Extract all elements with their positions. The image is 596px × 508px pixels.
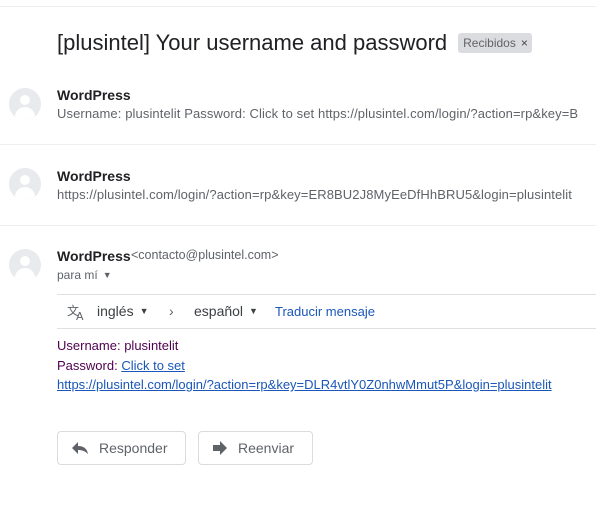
username-line: Username: plusintelit bbox=[57, 336, 552, 356]
message-divider bbox=[0, 144, 596, 145]
target-language-label: español bbox=[194, 303, 244, 319]
avatar bbox=[9, 249, 41, 281]
avatar bbox=[9, 88, 41, 120]
sender-email: <contacto@plusintel.com> bbox=[131, 248, 279, 262]
forward-label: Reenviar bbox=[238, 440, 295, 456]
label-badge-text: Recibidos bbox=[463, 36, 516, 50]
reset-line: https://plusintel.com/login/?action=rp&k… bbox=[57, 375, 552, 395]
sender-name: WordPress bbox=[57, 87, 131, 103]
chevron-down-icon: ▼ bbox=[102, 270, 112, 280]
email-subject: [plusintel] Your username and password bbox=[57, 30, 448, 55]
sender-name: WordPress bbox=[57, 248, 131, 264]
source-language-label: inglés bbox=[97, 303, 134, 319]
set-password-link[interactable]: Click to set bbox=[121, 358, 185, 373]
username-label: Username: bbox=[57, 338, 121, 353]
message-snippet: https://plusintel.com/login/?action=rp&k… bbox=[57, 187, 572, 202]
message-divider bbox=[0, 225, 596, 226]
password-label: Password: bbox=[57, 357, 118, 373]
target-language-dropdown[interactable]: español ▼ bbox=[194, 303, 258, 319]
username-value: plusintelit bbox=[124, 338, 179, 353]
reply-button[interactable]: Responder bbox=[57, 431, 186, 465]
top-divider bbox=[0, 6, 596, 7]
source-language-dropdown[interactable]: inglés ▼ bbox=[97, 303, 149, 319]
translate-bar: 文 A inglés ▼ › español ▼ Traducir mensaj… bbox=[57, 294, 596, 329]
svg-text:A: A bbox=[76, 310, 84, 321]
reset-password-url-link[interactable]: https://plusintel.com/login/?action=rp&k… bbox=[57, 377, 552, 392]
chevron-right-icon: › bbox=[169, 303, 174, 319]
message-snippet: Username: plusintelit Password: Click to… bbox=[57, 106, 579, 121]
reply-label: Responder bbox=[99, 440, 168, 456]
avatar bbox=[9, 168, 41, 200]
subject-header: [plusintel] Your username and password R… bbox=[57, 30, 532, 56]
sender-name: WordPress bbox=[57, 168, 131, 184]
forward-icon bbox=[213, 441, 227, 455]
label-badge-inbox[interactable]: Recibidos × bbox=[458, 33, 532, 53]
password-line: Password: Click to set bbox=[57, 356, 552, 376]
translate-icon: 文 A bbox=[67, 303, 84, 321]
reply-icon bbox=[72, 442, 88, 454]
recipient-details-toggle[interactable]: para mí ▼ bbox=[57, 268, 112, 282]
translate-message-link[interactable]: Traducir mensaje bbox=[275, 304, 375, 319]
forward-button[interactable]: Reenviar bbox=[198, 431, 313, 465]
recipient-label: para mí bbox=[57, 268, 98, 282]
remove-label-icon[interactable]: × bbox=[521, 35, 528, 51]
email-body: Username: plusintelit Password: Click to… bbox=[57, 336, 552, 395]
dropdown-arrow-icon: ▼ bbox=[139, 306, 149, 316]
dropdown-arrow-icon: ▼ bbox=[249, 306, 258, 316]
